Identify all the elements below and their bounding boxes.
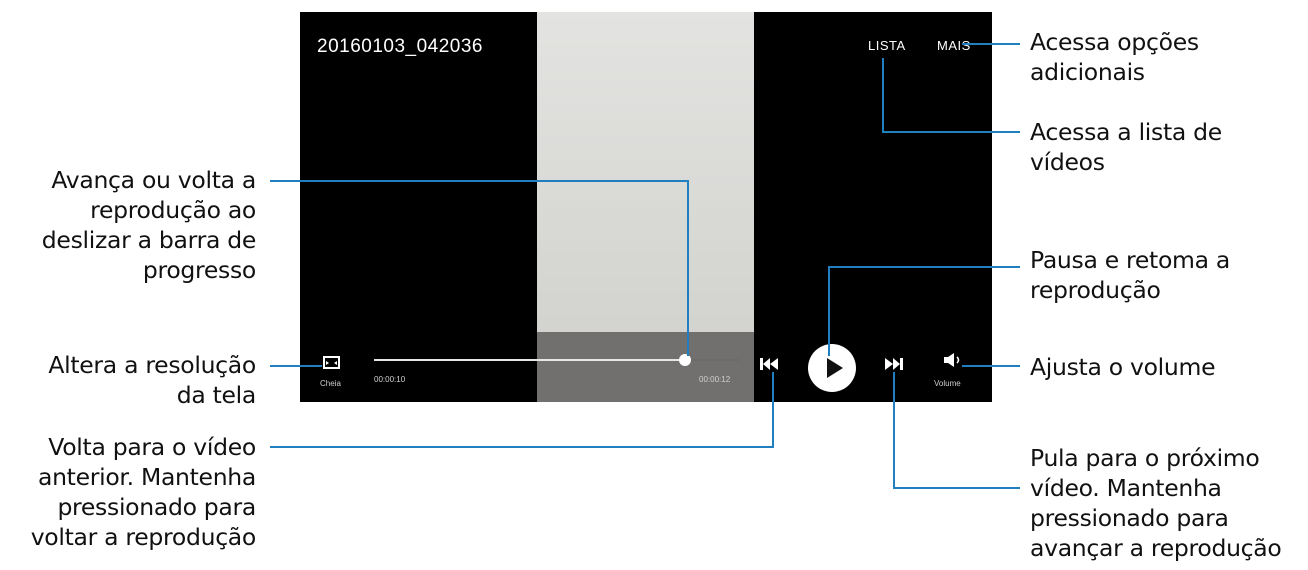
annotation-resolution: Altera a resolução da tela [48, 351, 256, 409]
annotation-play: Pausa e retoma a reprodução [1030, 246, 1231, 304]
leader-line-list [882, 58, 1020, 133]
annotation-more: Acessa opções adicionais [1030, 28, 1199, 86]
leader-line-previous [270, 372, 774, 448]
annotation-list: Acessa a lista de vídeos [1030, 118, 1222, 176]
leader-line-next [893, 372, 1020, 489]
annotation-progress: Avança ou volta a reprodução ao deslizar… [41, 166, 257, 284]
leader-line-play [828, 266, 1020, 356]
annotation-volume: Ajusta o volume [1030, 353, 1216, 381]
leader-line-progress [270, 180, 689, 356]
annotation-previous: Volta para o vídeo anterior. Mantenha pr… [30, 433, 257, 551]
annotation-next: Pula para o próximo vídeo. Mantenha pres… [1030, 444, 1282, 562]
